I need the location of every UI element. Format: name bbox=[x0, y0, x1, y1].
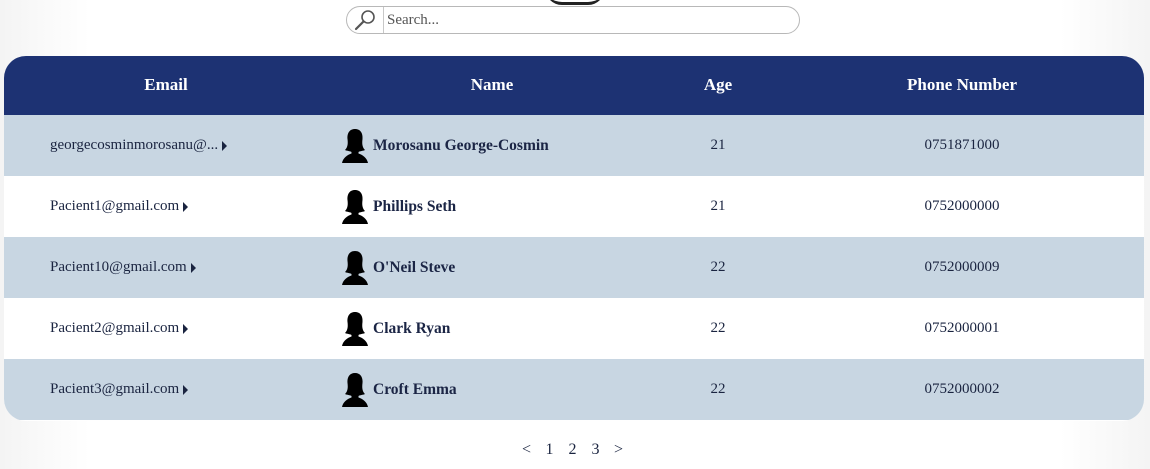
pagination-page-1[interactable]: 1 bbox=[538, 441, 561, 459]
email-text: Pacient10@gmail.com bbox=[50, 259, 187, 275]
age-cell: 22 bbox=[710, 320, 726, 336]
name-cell: O'Neil Steve bbox=[341, 237, 455, 298]
email-cell[interactable]: Pacient3@gmail.com bbox=[50, 359, 189, 420]
avatar-icon bbox=[341, 128, 373, 164]
patients-table: Email Name Age Phone Number georgecosmin… bbox=[4, 56, 1144, 421]
pagination-page-2[interactable]: 2 bbox=[561, 441, 584, 459]
pagination-prev[interactable]: < bbox=[515, 441, 538, 459]
table-row[interactable]: Pacient1@gmail.com Phillips Seth 21 0752000… bbox=[4, 176, 1144, 237]
column-header-age[interactable]: Age bbox=[678, 56, 758, 115]
patient-name: O'Neil Steve bbox=[373, 258, 456, 276]
phone-cell: 0752000009 bbox=[924, 259, 1000, 275]
table-row[interactable]: Pacient2@gmail.com Clark Ryan 22 0752000001 bbox=[4, 298, 1144, 359]
email-cell[interactable]: Pacient1@gmail.com bbox=[50, 176, 189, 237]
age-cell: 21 bbox=[710, 198, 726, 214]
caret-right-icon[interactable] bbox=[183, 384, 189, 395]
email-text: Pacient2@gmail.com bbox=[50, 320, 180, 336]
avatar-icon bbox=[341, 311, 373, 347]
phone-cell: 0752000000 bbox=[924, 198, 1000, 214]
email-text: georgecosminmorosanu@... bbox=[50, 137, 219, 153]
age-cell: 21 bbox=[710, 137, 726, 153]
email-cell[interactable]: Pacient10@gmail.com bbox=[50, 237, 196, 298]
patient-name: Phillips Seth bbox=[373, 197, 457, 215]
pagination-next[interactable]: > bbox=[607, 441, 630, 459]
avatar-icon bbox=[341, 250, 373, 286]
name-cell: Clark Ryan bbox=[341, 298, 450, 359]
avatar-icon bbox=[341, 189, 373, 225]
email-text: Pacient1@gmail.com bbox=[50, 198, 180, 214]
search-input[interactable] bbox=[384, 7, 799, 33]
phone-cell: 0752000001 bbox=[924, 320, 1000, 336]
age-cell: 22 bbox=[710, 259, 726, 275]
caret-right-icon[interactable] bbox=[183, 201, 189, 212]
phone-cell: 0751871000 bbox=[924, 137, 1000, 153]
table-row[interactable]: Pacient10@gmail.com O'Neil Steve 22 0752000… bbox=[4, 237, 1144, 298]
column-header-phone[interactable]: Phone Number bbox=[872, 56, 1052, 115]
patient-name: Morosanu George-Cosmin bbox=[373, 136, 549, 154]
pagination-page-3[interactable]: 3 bbox=[584, 441, 607, 459]
pagination: < 1 2 3 > bbox=[515, 441, 630, 459]
email-cell[interactable]: Pacient2@gmail.com bbox=[50, 298, 189, 359]
email-cell[interactable]: georgecosminmorosanu@... bbox=[50, 115, 228, 176]
column-header-name[interactable]: Name bbox=[412, 56, 572, 115]
table-row[interactable]: Pacient3@gmail.com Croft Emma 22 0752000002 bbox=[4, 359, 1144, 420]
top-decoration bbox=[545, 0, 605, 5]
name-cell: Morosanu George-Cosmin bbox=[341, 115, 549, 176]
caret-right-icon[interactable] bbox=[222, 140, 228, 151]
name-cell: Phillips Seth bbox=[341, 176, 456, 237]
phone-cell: 0752000002 bbox=[924, 381, 1000, 397]
patient-name: Croft Emma bbox=[373, 380, 457, 398]
patient-name: Clark Ryan bbox=[373, 319, 451, 337]
name-cell: Croft Emma bbox=[341, 359, 457, 420]
search-bar bbox=[346, 6, 800, 34]
age-cell: 22 bbox=[710, 381, 726, 397]
avatar-icon bbox=[341, 372, 373, 408]
table-row[interactable]: georgecosminmorosanu@... Morosanu George-… bbox=[4, 115, 1144, 176]
search-icon[interactable] bbox=[347, 7, 384, 33]
email-text: Pacient3@gmail.com bbox=[50, 381, 180, 397]
caret-right-icon[interactable] bbox=[183, 323, 189, 334]
column-header-email[interactable]: Email bbox=[86, 56, 246, 115]
table-header: Email Name Age Phone Number bbox=[4, 56, 1144, 115]
caret-right-icon[interactable] bbox=[190, 262, 196, 273]
